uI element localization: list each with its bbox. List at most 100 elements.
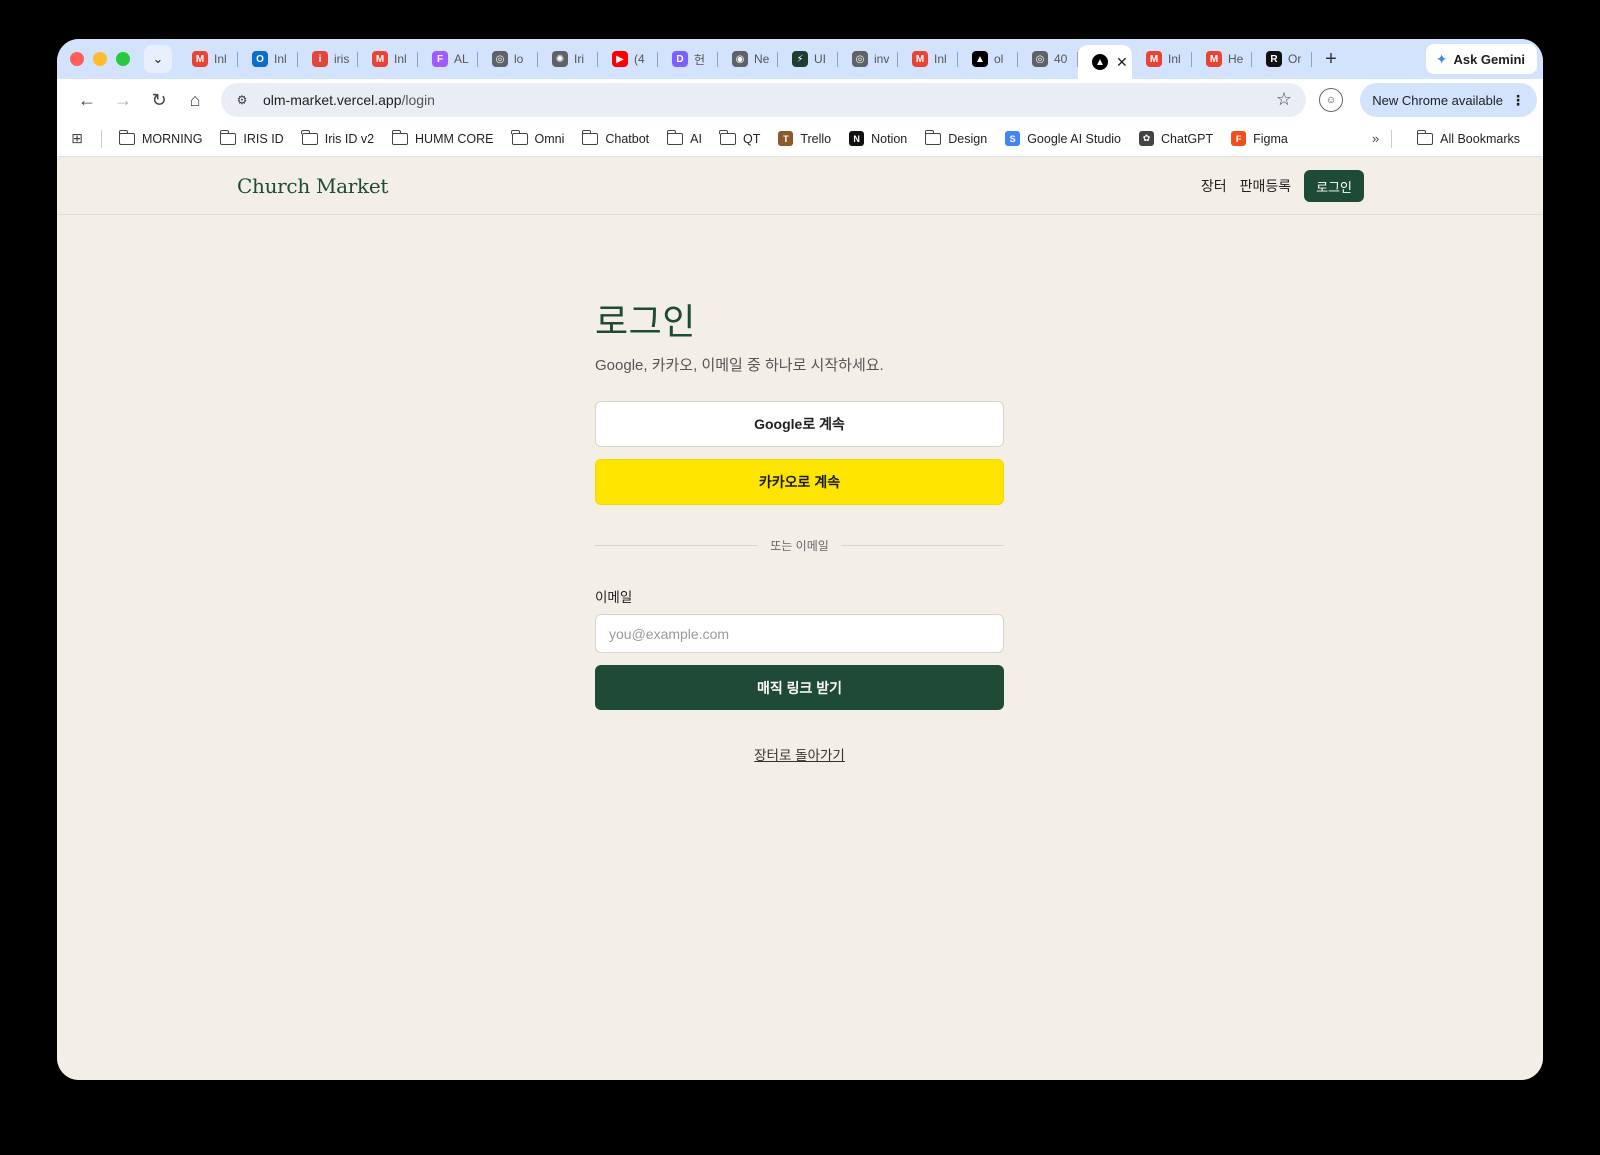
new-tab-button[interactable]: + [1316,48,1346,71]
page-title: 로그인 [595,301,696,342]
bookmark-item[interactable]: Omni [503,129,574,146]
bookmarks-overflow-icon[interactable]: » [1372,131,1379,146]
address-bar[interactable]: ⚙ olm-market.vercel.app/login ☆ [221,83,1306,117]
bookmark-label: MORNING [142,131,203,146]
folder-icon [581,129,599,145]
email-label: 이메일 [595,590,633,605]
tab-title: iris [334,52,350,66]
apps-grid-icon[interactable]: ⊞ [67,130,87,147]
figma-icon: F [432,51,448,67]
reload-icon: ↻ [151,89,167,110]
profile-avatar-icon[interactable]: ☺ [1319,88,1343,112]
chatgpt-icon: ✿ [1139,131,1155,146]
tab-title: ol [994,52,1004,66]
browser-tab[interactable]: M Inl [358,44,418,74]
browser-tab[interactable]: ◎ 40 [1018,44,1078,74]
folder-icon [1416,130,1434,145]
browser-tab[interactable]: M He [1192,44,1252,74]
ask-gemini-button[interactable]: ✦ Ask Gemini [1425,44,1537,74]
all-bookmarks[interactable]: All Bookmarks [1391,121,1529,157]
tab-title: (4 [634,52,645,66]
folder-icon [118,129,135,145]
bookmark-label: AI [690,131,702,146]
browser-window: ⌄ M Inl O Inl i iris M Inl F AL ◎ lo ✺ Iri ▶ (4 D 헌 ◉ Ne ⚡ UI… [57,39,1543,1080]
maximize-window-button[interactable] [116,52,130,66]
login-card: 로그인 Google, 카카오, 이메일 중 하나로 시작하세요. Google… [595,300,1005,764]
browser-tab[interactable]: ▶ (4 [598,44,658,74]
minimize-window-button[interactable] [93,52,107,66]
browser-tab[interactable]: i iris [298,44,358,74]
browser-tab[interactable]: F AL [418,44,478,74]
bookmark-item[interactable]: QT [711,129,769,146]
outlook-icon: O [252,51,268,67]
browser-tab-active[interactable]: ▲ ✕ [1078,45,1132,79]
ask-gemini-label: Ask Gemini [1453,51,1525,67]
browser-tab[interactable]: ▲ ol [958,44,1018,74]
browser-tab[interactable]: ✺ Iri [538,44,598,74]
tab-title: Inl [934,52,947,66]
nav-login-button[interactable]: 로그인 [1304,170,1364,202]
bookmark-item[interactable]: T Trello [769,131,840,146]
kakao-login-button[interactable]: 카카오로 계속 [595,459,1004,505]
bookmark-star-icon[interactable]: ☆ [1276,89,1292,110]
more-vert-icon: ⋮ [1511,91,1525,108]
bookmark-item[interactable]: MORNING [110,129,211,146]
bookmark-item[interactable]: HUMM CORE [383,129,502,146]
browser-tab[interactable]: R Or [1252,44,1312,74]
nav-market-link[interactable]: 장터 [1201,176,1227,196]
browser-tab[interactable]: ◎ lo [478,44,538,74]
browser-tab[interactable]: ⚡ UI [778,44,838,74]
bookmark-label: HUMM CORE [415,131,494,146]
email-field[interactable] [595,614,1004,653]
new-chrome-available-button[interactable]: New Chrome available ⋮ [1360,83,1537,117]
home-button[interactable]: ⌂ [177,84,213,116]
bookmark-item[interactable]: Design [916,129,996,146]
bookmark-list: MORNING IRIS ID Iris ID v2 HUMM CORE Omni Cha… [110,129,1297,146]
site-settings-icon[interactable]: ⚙ [231,89,253,111]
bookmark-item[interactable]: IRIS ID [211,129,292,146]
tab-title: lo [514,52,524,66]
bookmark-item[interactable]: S Google AI Studio [996,131,1130,146]
bookmark-item[interactable]: Chatbot [573,129,658,146]
browser-tab[interactable]: ◎ inv [838,44,898,74]
bookmark-item[interactable]: N Notion [840,131,916,146]
magic-link-button[interactable]: 매직 링크 받기 [595,665,1004,710]
bookmark-item[interactable]: F Figma [1222,131,1297,146]
reload-button[interactable]: ↻ [141,84,177,116]
bookmark-item[interactable]: ✿ ChatGPT [1130,131,1222,146]
vercel-icon: ▲ [972,51,988,67]
address-url[interactable]: olm-market.vercel.app/login [263,92,435,108]
folder-icon [511,129,528,145]
close-tab-icon[interactable]: ✕ [1116,54,1128,71]
browser-tab[interactable]: ◉ Ne [718,44,778,74]
tab-search-button[interactable]: ⌄ [144,45,172,73]
r-app-icon: R [1266,51,1282,67]
folder-icon [391,129,409,145]
gmail-icon: M [912,51,928,67]
youtube-icon: ▶ [612,51,628,67]
close-window-button[interactable] [70,52,84,66]
browser-tab[interactable]: D헌 [658,44,718,74]
browser-tab[interactable]: M Inl [898,44,958,74]
back-button[interactable]: ← [69,84,105,116]
bookmarks-separator [101,129,102,148]
home-icon: ⌂ [189,89,201,110]
tab-title: Inl [274,52,287,66]
browser-tab[interactable]: M Inl [1132,44,1192,74]
back-to-market-link[interactable]: 장터로 돌아가기 [595,744,1004,764]
gmail-icon: M [372,51,388,67]
bookmark-item[interactable]: AI [658,129,711,146]
all-bookmarks-label: All Bookmarks [1440,132,1520,146]
google-login-button[interactable]: Google로 계속 [595,401,1004,447]
browser-tab[interactable]: M Inl [178,44,238,74]
bookmark-label: IRIS ID [243,131,284,146]
site-brand-logo[interactable]: Church Market [237,174,388,198]
bookmark-item[interactable]: Iris ID v2 [293,129,383,146]
nav-sell-link[interactable]: 판매등록 [1240,176,1292,196]
browser-tab[interactable]: O Inl [238,44,298,74]
bookmark-label: Trello [800,131,832,146]
forward-button[interactable]: → [105,84,141,116]
tab-title: Iri [574,52,584,66]
url-path: /login [401,92,435,108]
globe-icon: ◎ [852,51,868,67]
